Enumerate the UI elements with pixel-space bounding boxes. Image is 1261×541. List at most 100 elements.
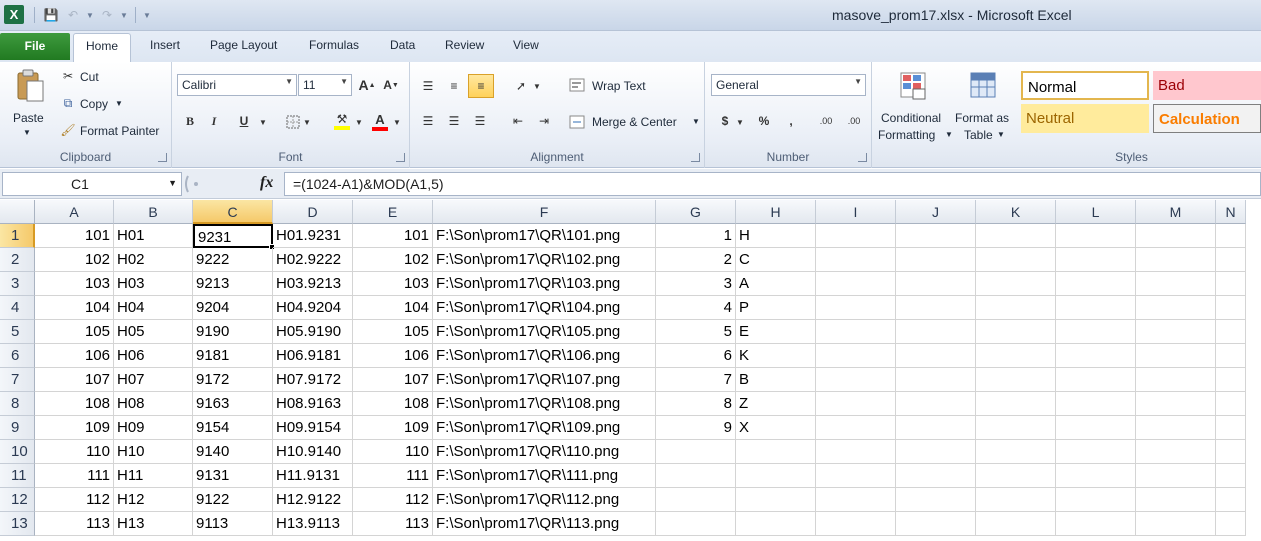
cell-n10[interactable] <box>1216 440 1246 464</box>
cell-c8[interactable]: 9163 <box>193 392 273 416</box>
paste-label[interactable]: Paste <box>13 111 44 125</box>
tab-home[interactable]: Home <box>73 33 132 63</box>
fill-color-dropdown-icon[interactable]: ▼ <box>354 113 364 131</box>
cell-m4[interactable] <box>1136 296 1216 320</box>
excel-app-icon[interactable]: X <box>4 5 24 24</box>
cell-i9[interactable] <box>816 416 896 440</box>
cell-m8[interactable] <box>1136 392 1216 416</box>
cell-i5[interactable] <box>816 320 896 344</box>
cell-d4[interactable]: H04.9204 <box>273 296 353 320</box>
column-header-i[interactable]: I <box>816 200 896 224</box>
cell-e2[interactable]: 102 <box>353 248 433 272</box>
align-right-icon[interactable]: ☰ <box>470 111 490 131</box>
cell-j6[interactable] <box>896 344 976 368</box>
decrease-decimal-icon[interactable]: .00 <box>843 112 865 130</box>
row-header-2[interactable]: 2 <box>0 248 35 272</box>
cell-d9[interactable]: H09.9154 <box>273 416 353 440</box>
align-left-icon[interactable]: ☰ <box>418 111 438 131</box>
column-header-l[interactable]: L <box>1056 200 1136 224</box>
cell-b1[interactable]: H01 <box>114 224 193 248</box>
column-header-a[interactable]: A <box>35 200 114 224</box>
cell-k4[interactable] <box>976 296 1056 320</box>
cell-l2[interactable] <box>1056 248 1136 272</box>
cell-f11[interactable]: F:\Son\prom17\QR\111.png <box>433 464 656 488</box>
cell-d10[interactable]: H10.9140 <box>273 440 353 464</box>
cell-d8[interactable]: H08.9163 <box>273 392 353 416</box>
cell-b13[interactable]: H13 <box>114 512 193 536</box>
cell-h5[interactable]: E <box>736 320 816 344</box>
cell-a13[interactable]: 113 <box>35 512 114 536</box>
cell-a11[interactable]: 111 <box>35 464 114 488</box>
cell-c7[interactable]: 9172 <box>193 368 273 392</box>
cell-h9[interactable]: X <box>736 416 816 440</box>
cell-c5[interactable]: 9190 <box>193 320 273 344</box>
font-name-select[interactable]: Calibri ▼ <box>177 74 297 96</box>
cell-e6[interactable]: 106 <box>353 344 433 368</box>
copy-icon[interactable]: ⧉ <box>60 95 76 111</box>
currency-icon[interactable]: $ <box>717 112 733 130</box>
cell-b2[interactable]: H02 <box>114 248 193 272</box>
shrink-font-icon[interactable]: A ▼ <box>382 76 400 94</box>
column-header-d[interactable]: D <box>273 200 353 224</box>
row-header-11[interactable]: 11 <box>0 464 35 488</box>
cell-j11[interactable] <box>896 464 976 488</box>
tab-data[interactable]: Data <box>390 38 415 52</box>
cell-l9[interactable] <box>1056 416 1136 440</box>
insert-function-icon[interactable]: fx <box>260 174 273 192</box>
align-middle-icon[interactable]: ≡ <box>444 76 464 96</box>
cell-n6[interactable] <box>1216 344 1246 368</box>
increase-indent-icon[interactable]: ⇥ <box>534 111 554 131</box>
cell-g6[interactable]: 6 <box>656 344 736 368</box>
save-icon[interactable]: 💾 <box>41 5 61 25</box>
cell-i10[interactable] <box>816 440 896 464</box>
cell-h4[interactable]: P <box>736 296 816 320</box>
cell-d13[interactable]: H13.9113 <box>273 512 353 536</box>
cell-c12[interactable]: 9122 <box>193 488 273 512</box>
grow-font-icon[interactable]: A ▲ <box>358 76 376 94</box>
cell-m7[interactable] <box>1136 368 1216 392</box>
alignment-launcher-icon[interactable] <box>691 153 700 162</box>
cell-m12[interactable] <box>1136 488 1216 512</box>
column-header-b[interactable]: B <box>114 200 193 224</box>
cell-g3[interactable]: 3 <box>656 272 736 296</box>
format-painter-button[interactable]: Format Painter <box>80 124 159 138</box>
cell-e3[interactable]: 103 <box>353 272 433 296</box>
cell-e1[interactable]: 101 <box>353 224 433 248</box>
column-header-m[interactable]: M <box>1136 200 1216 224</box>
cell-a3[interactable]: 103 <box>35 272 114 296</box>
row-header-5[interactable]: 5 <box>0 320 35 344</box>
cell-l6[interactable] <box>1056 344 1136 368</box>
conditional-formatting-icon[interactable] <box>898 70 930 102</box>
cell-m2[interactable] <box>1136 248 1216 272</box>
cell-j4[interactable] <box>896 296 976 320</box>
font-launcher-icon[interactable] <box>396 153 405 162</box>
font-color-dropdown-icon[interactable]: ▼ <box>392 113 402 131</box>
cell-k7[interactable] <box>976 368 1056 392</box>
cell-b6[interactable]: H06 <box>114 344 193 368</box>
clipboard-launcher-icon[interactable] <box>158 153 167 162</box>
cell-f6[interactable]: F:\Son\prom17\QR\106.png <box>433 344 656 368</box>
cell-g13[interactable] <box>656 512 736 536</box>
cell-d1[interactable]: H01.9231 <box>273 224 353 248</box>
cell-g12[interactable] <box>656 488 736 512</box>
cell-b9[interactable]: H09 <box>114 416 193 440</box>
cell-m1[interactable] <box>1136 224 1216 248</box>
cell-k9[interactable] <box>976 416 1056 440</box>
cell-i1[interactable] <box>816 224 896 248</box>
cell-e9[interactable]: 109 <box>353 416 433 440</box>
cell-k11[interactable] <box>976 464 1056 488</box>
percent-icon[interactable]: % <box>755 112 773 130</box>
undo-dropdown-icon[interactable]: ▼ <box>85 11 95 20</box>
cell-d6[interactable]: H06.9181 <box>273 344 353 368</box>
cell-j5[interactable] <box>896 320 976 344</box>
cell-d11[interactable]: H11.9131 <box>273 464 353 488</box>
row-header-10[interactable]: 10 <box>0 440 35 464</box>
borders-dropdown-icon[interactable]: ▼ <box>302 113 312 131</box>
cell-f4[interactable]: F:\Son\prom17\QR\104.png <box>433 296 656 320</box>
cell-h10[interactable] <box>736 440 816 464</box>
cell-g1[interactable]: 1 <box>656 224 736 248</box>
cell-j2[interactable] <box>896 248 976 272</box>
cut-icon[interactable]: ✂ <box>60 68 76 84</box>
cell-l3[interactable] <box>1056 272 1136 296</box>
cell-g10[interactable] <box>656 440 736 464</box>
